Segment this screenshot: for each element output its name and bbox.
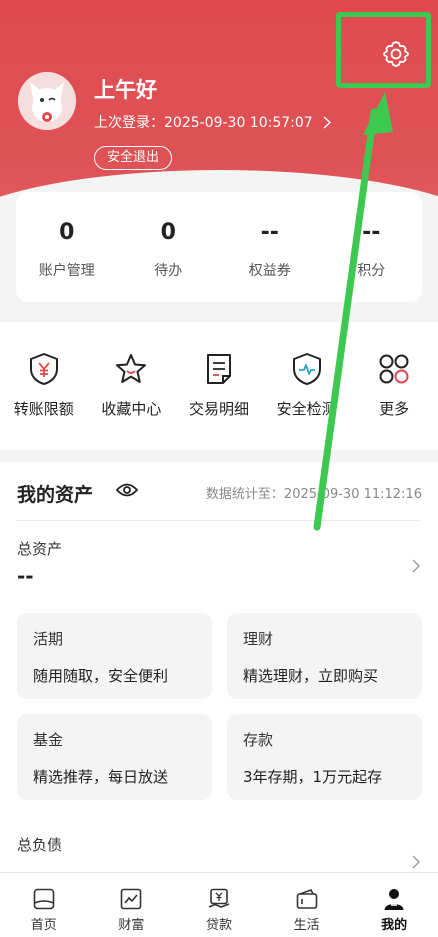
chevron-right-icon[interactable] bbox=[412, 559, 420, 573]
quick-label: 更多 bbox=[379, 400, 410, 418]
stat-todo[interactable]: 0 待办 bbox=[118, 192, 220, 302]
quick-actions: 转账限额 收藏中心 交易明细 安全检测 更多 bbox=[0, 322, 438, 450]
last-login-label: 上次登录： bbox=[94, 115, 164, 131]
wallet-icon bbox=[295, 887, 319, 911]
nav-label: 生活 bbox=[293, 918, 320, 933]
assets-section: 我的资产 数据统计至：2025-09-30 11:12:16 总资产 -- 活期… bbox=[0, 462, 438, 872]
quick-transfer-limit[interactable]: 转账限额 bbox=[0, 322, 88, 450]
quick-more[interactable]: 更多 bbox=[350, 322, 438, 450]
stat-label: 账户管理 bbox=[38, 263, 95, 279]
stat-accounts[interactable]: 0 账户管理 bbox=[16, 192, 118, 302]
stat-time-value: 2025-09-30 11:12:16 bbox=[283, 487, 422, 502]
nav-label: 贷款 bbox=[205, 918, 232, 933]
last-login[interactable]: 上次登录：2025-09-30 10:57:07 bbox=[94, 112, 331, 132]
nav-home[interactable]: 首页 bbox=[0, 873, 88, 937]
loan-icon bbox=[207, 887, 231, 911]
yen-shield-icon bbox=[27, 352, 61, 386]
quick-favorites[interactable]: 收藏中心 bbox=[88, 322, 176, 450]
product-desc: 随用随取，安全便利 bbox=[33, 667, 169, 685]
last-login-time: 2025-09-30 10:57:07 bbox=[164, 115, 313, 131]
stat-value: 0 bbox=[59, 220, 75, 245]
document-icon bbox=[202, 352, 236, 386]
product-card-deposit[interactable]: 存款 3年存期，1万元起存 bbox=[227, 714, 422, 800]
logout-button[interactable]: 安全退出 bbox=[94, 146, 173, 170]
stat-value: 0 bbox=[160, 220, 176, 245]
last-login-text: 上次登录：2025-09-30 10:57:07 bbox=[94, 112, 313, 132]
product-desc: 精选推荐，每日放送 bbox=[33, 768, 169, 786]
assets-title: 我的资产 bbox=[17, 484, 94, 506]
product-name: 理财 bbox=[243, 630, 274, 648]
product-desc: 精选理财，立即购买 bbox=[243, 667, 379, 685]
stat-points[interactable]: -- 积分 bbox=[321, 192, 423, 302]
product-name: 存款 bbox=[243, 731, 274, 749]
product-name: 活期 bbox=[33, 630, 64, 648]
stat-time-label: 数据统计至： bbox=[205, 487, 284, 502]
chevron-right-icon bbox=[323, 115, 331, 129]
eye-icon[interactable] bbox=[116, 482, 138, 498]
star-icon bbox=[114, 352, 148, 386]
avatar[interactable] bbox=[18, 72, 76, 130]
mascot-avatar-icon bbox=[18, 72, 76, 130]
quick-label: 安全检测 bbox=[276, 400, 337, 418]
user-icon bbox=[382, 887, 406, 911]
quick-security-check[interactable]: 安全检测 bbox=[263, 322, 351, 450]
stat-time: 数据统计至：2025-09-30 11:12:16 bbox=[206, 483, 422, 502]
stat-label: 权益券 bbox=[248, 263, 291, 279]
divider bbox=[17, 520, 421, 521]
bottom-nav: 首页 财富 贷款 生活 我的 bbox=[0, 872, 438, 937]
product-desc: 3年存期，1万元起存 bbox=[243, 768, 383, 786]
chevron-right-icon[interactable] bbox=[412, 855, 420, 869]
nav-label: 财富 bbox=[118, 918, 145, 933]
nav-wealth[interactable]: 财富 bbox=[88, 873, 176, 937]
stat-value: -- bbox=[362, 220, 381, 245]
stat-value: -- bbox=[260, 220, 279, 245]
shield-pulse-icon bbox=[290, 352, 324, 386]
nav-loan[interactable]: 贷款 bbox=[175, 873, 263, 937]
stat-label: 待办 bbox=[154, 263, 183, 279]
product-card-wealth[interactable]: 理财 精选理财，立即购买 bbox=[227, 613, 422, 699]
grid-icon bbox=[377, 352, 411, 386]
chart-icon bbox=[119, 887, 143, 911]
total-assets-label: 总资产 bbox=[17, 540, 63, 558]
total-assets-value: -- bbox=[17, 564, 34, 588]
product-card-current[interactable]: 活期 随用随取，安全便利 bbox=[17, 613, 212, 699]
greeting: 上午好 bbox=[94, 78, 157, 102]
stat-coupons[interactable]: -- 权益券 bbox=[219, 192, 321, 302]
quick-label: 收藏中心 bbox=[101, 400, 162, 418]
quick-label: 交易明细 bbox=[188, 400, 249, 418]
nav-life[interactable]: 生活 bbox=[263, 873, 351, 937]
settings-highlight-box bbox=[336, 12, 431, 88]
nav-mine[interactable]: 我的 bbox=[350, 873, 438, 937]
quick-transactions[interactable]: 交易明细 bbox=[175, 322, 263, 450]
home-icon bbox=[32, 887, 56, 911]
stat-label: 积分 bbox=[357, 263, 386, 279]
product-card-fund[interactable]: 基金 精选推荐，每日放送 bbox=[17, 714, 212, 800]
product-name: 基金 bbox=[33, 731, 64, 749]
nav-label: 首页 bbox=[30, 918, 57, 933]
total-debt-label: 总负债 bbox=[17, 836, 63, 854]
nav-label: 我的 bbox=[381, 918, 408, 933]
quick-label: 转账限额 bbox=[13, 400, 74, 418]
stats-card: 0 账户管理 0 待办 -- 权益券 -- 积分 bbox=[16, 192, 422, 302]
